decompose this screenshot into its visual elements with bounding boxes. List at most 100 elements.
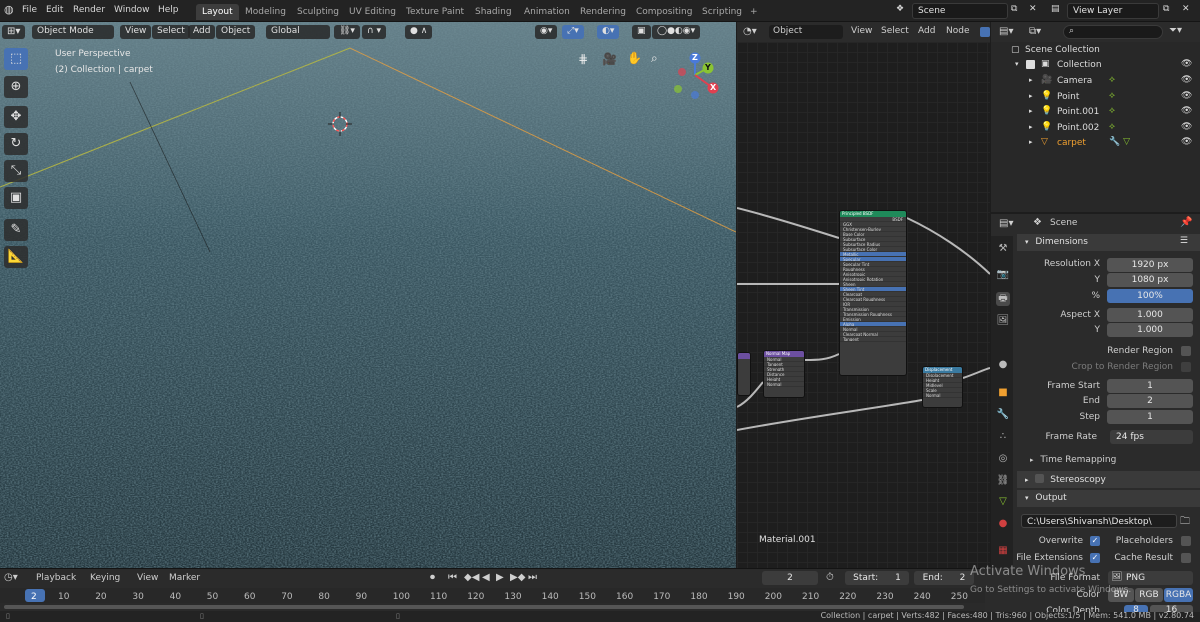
menu-window[interactable]: Window — [114, 5, 150, 15]
grid-view-icon[interactable]: ⋕ — [578, 52, 588, 66]
overlay-toggle-icon[interactable]: ◐▾ — [597, 25, 620, 39]
placeholders-checkbox[interactable] — [1181, 536, 1191, 546]
overwrite-checkbox[interactable]: ✓ — [1090, 536, 1100, 546]
scale-tool-icon[interactable]: ⤡ — [4, 160, 28, 182]
editor-type-icon[interactable]: ⊞▾ — [2, 25, 26, 39]
object-data-icon[interactable]: 🔧 ▽ — [1109, 137, 1130, 147]
play-reverse-icon[interactable]: ◀ — [482, 572, 490, 583]
visibility-eye-icon[interactable]: 👁 — [1181, 122, 1192, 132]
world-tab-icon[interactable]: ● — [996, 358, 1010, 372]
playback-menu[interactable]: Playback — [36, 573, 76, 583]
data-tab-icon[interactable]: ▽ — [996, 495, 1010, 509]
color-rgba-button[interactable]: RGBA — [1164, 588, 1193, 602]
expand-arrow-icon[interactable]: ▸ — [1029, 76, 1033, 84]
start-frame-field[interactable]: Start: 1 — [845, 571, 909, 585]
filter-icon[interactable]: ⏷▾ — [1169, 25, 1182, 36]
scene-selector[interactable]: Scene — [912, 3, 1008, 19]
folder-browse-icon[interactable]: 🗀 — [1180, 514, 1190, 531]
object-mode-dropdown[interactable]: Object Mode — [32, 25, 114, 39]
camera-view-icon[interactable]: 🎥 — [602, 52, 617, 66]
visibility-eye-icon[interactable]: 👁 — [1181, 137, 1192, 147]
current-frame-field[interactable]: 2 — [762, 571, 818, 585]
stopwatch-icon[interactable]: ⏱ — [826, 572, 834, 583]
normal-map-node[interactable]: Normal Map Normal Tangent Strength Distance… — [763, 350, 805, 398]
tab-rendering[interactable]: Rendering — [574, 4, 632, 20]
principled-bsdf-node[interactable]: Principled BSDF BSDF GGX Christensen-Burl… — [839, 210, 907, 376]
view-layer-tab-icon[interactable]: 🖼 — [996, 314, 1010, 328]
proportional-edit-icon[interactable]: ● ∧ — [405, 25, 433, 39]
end-frame-field[interactable]: End: 2 — [914, 571, 974, 585]
visibility-eye-icon[interactable]: 👁 — [1181, 59, 1192, 69]
transform-orientation-dropdown[interactable]: Global — [266, 25, 330, 39]
object-tab-icon[interactable]: ■ — [996, 386, 1010, 400]
outliner-item-point-002[interactable]: ▸ 💡 Point.002 ⟡ 👁 — [991, 122, 1200, 137]
output-tab-icon[interactable]: 🖶 — [996, 292, 1010, 306]
resolution-percent-slider[interactable]: 100% — [1107, 289, 1193, 303]
object-data-icon[interactable]: ⟡ — [1109, 75, 1115, 85]
aspect-y-field[interactable]: 1.000 — [1107, 323, 1193, 337]
tab-shading[interactable]: Shading — [469, 4, 518, 20]
tab-layout[interactable]: Layout — [196, 4, 239, 20]
outliner-panel[interactable]: ▤▾ ⧉▾ ⌕ ⏷▾ ▢ Scene Collection ▾ ▣ Collec… — [991, 22, 1200, 212]
snap-icon[interactable]: ∩ ▾ — [362, 25, 386, 39]
pivot-icon[interactable]: ⛓▾ — [334, 25, 360, 39]
vector-node-partial[interactable] — [737, 352, 751, 396]
blender-logo-icon[interactable]: ◍ — [4, 3, 14, 16]
select-box-tool-icon[interactable]: ⬚ — [4, 48, 28, 70]
frame-end-field[interactable]: 2 — [1107, 394, 1193, 408]
outliner-collection[interactable]: ▾ ▣ Collection 👁 — [991, 59, 1200, 74]
viewport-menu-object[interactable]: Object — [216, 25, 256, 39]
tab-texture-paint[interactable]: Texture Paint — [400, 4, 470, 20]
zoom-icon[interactable]: ⌕ — [651, 51, 658, 66]
pin-icon[interactable]: 📌 — [1180, 217, 1192, 228]
next-keyframe-icon[interactable]: ▶◆ — [510, 572, 525, 583]
frame-start-field[interactable]: 1 — [1107, 379, 1193, 393]
timeline-view-menu[interactable]: View — [137, 573, 158, 583]
modifier-tab-icon[interactable]: 🔧 — [996, 408, 1010, 422]
menu-file[interactable]: File — [22, 5, 37, 15]
file-extensions-checkbox[interactable]: ✓ — [1090, 553, 1100, 563]
presets-list-icon[interactable]: ☰ — [1180, 236, 1188, 246]
keying-menu[interactable]: Keying — [90, 573, 120, 583]
collection-checkbox-icon[interactable] — [1026, 60, 1035, 69]
visibility-icon[interactable]: ◉▾ — [535, 25, 558, 39]
properties-type-icon[interactable]: ▤▾ — [999, 218, 1013, 229]
object-data-icon[interactable]: ⟡ — [1109, 106, 1115, 116]
particles-tab-icon[interactable]: ∴ — [996, 430, 1010, 444]
render-region-checkbox[interactable] — [1181, 346, 1191, 356]
view-layer-selector[interactable]: View Layer — [1067, 3, 1159, 19]
shader-node-editor[interactable]: ◔▾ Object View Select Add Node Principle… — [737, 22, 990, 568]
viewport-menu-add[interactable]: Add — [188, 25, 216, 39]
visibility-eye-icon[interactable]: 👁 — [1181, 75, 1192, 85]
normal-node-socket[interactable]: Normal — [764, 382, 804, 387]
expand-arrow-icon[interactable]: ▾ — [1015, 60, 1019, 68]
stereoscopy-checkbox[interactable] — [1035, 474, 1045, 483]
jump-start-icon[interactable]: ⏮ — [448, 572, 457, 583]
frame-rate-dropdown[interactable]: 24 fps — [1110, 430, 1193, 444]
jump-end-icon[interactable]: ⏭ — [528, 572, 537, 583]
prev-keyframe-icon[interactable]: ◆◀ — [464, 572, 479, 583]
menu-render[interactable]: Render — [73, 5, 105, 15]
new-view-layer-icon[interactable]: ⧉ — [1163, 4, 1169, 14]
3d-viewport[interactable] — [0, 22, 736, 568]
tab-uv-editing[interactable]: UV Editing — [343, 4, 402, 20]
color-rgb-button[interactable]: RGB — [1135, 588, 1163, 602]
marker-menu[interactable]: Marker — [169, 573, 200, 583]
viewport-menu-view[interactable]: View — [120, 25, 152, 39]
tab-sculpting[interactable]: Sculpting — [291, 4, 345, 20]
gizmo-toggle-icon[interactable]: ⤢▾ — [562, 25, 584, 39]
display-mode-icon[interactable]: ⧉▾ — [1029, 26, 1041, 37]
cursor-tool-icon[interactable]: ⊕ — [4, 76, 28, 98]
render-tab-icon[interactable]: 📷 — [996, 268, 1010, 282]
shading-modes-icon[interactable]: ◯●◐◉▾ — [652, 25, 701, 39]
visibility-eye-icon[interactable]: 👁 — [1181, 91, 1192, 101]
output-panel-header[interactable]: ▾ Output — [1017, 490, 1200, 507]
tab-scripting[interactable]: Scripting — [696, 4, 748, 20]
tab-compositing[interactable]: Compositing — [630, 4, 698, 20]
stereoscopy-panel-header[interactable]: ▸ Stereoscopy — [1017, 471, 1200, 488]
timeline-scrollbar-thumb[interactable] — [4, 605, 964, 609]
delete-view-layer-icon[interactable]: ✕ — [1182, 4, 1190, 14]
bsdf-input-socket[interactable]: Tangent — [840, 337, 906, 342]
add-workspace-button[interactable]: + — [744, 4, 764, 20]
expand-arrow-icon[interactable]: ▸ — [1029, 123, 1033, 131]
